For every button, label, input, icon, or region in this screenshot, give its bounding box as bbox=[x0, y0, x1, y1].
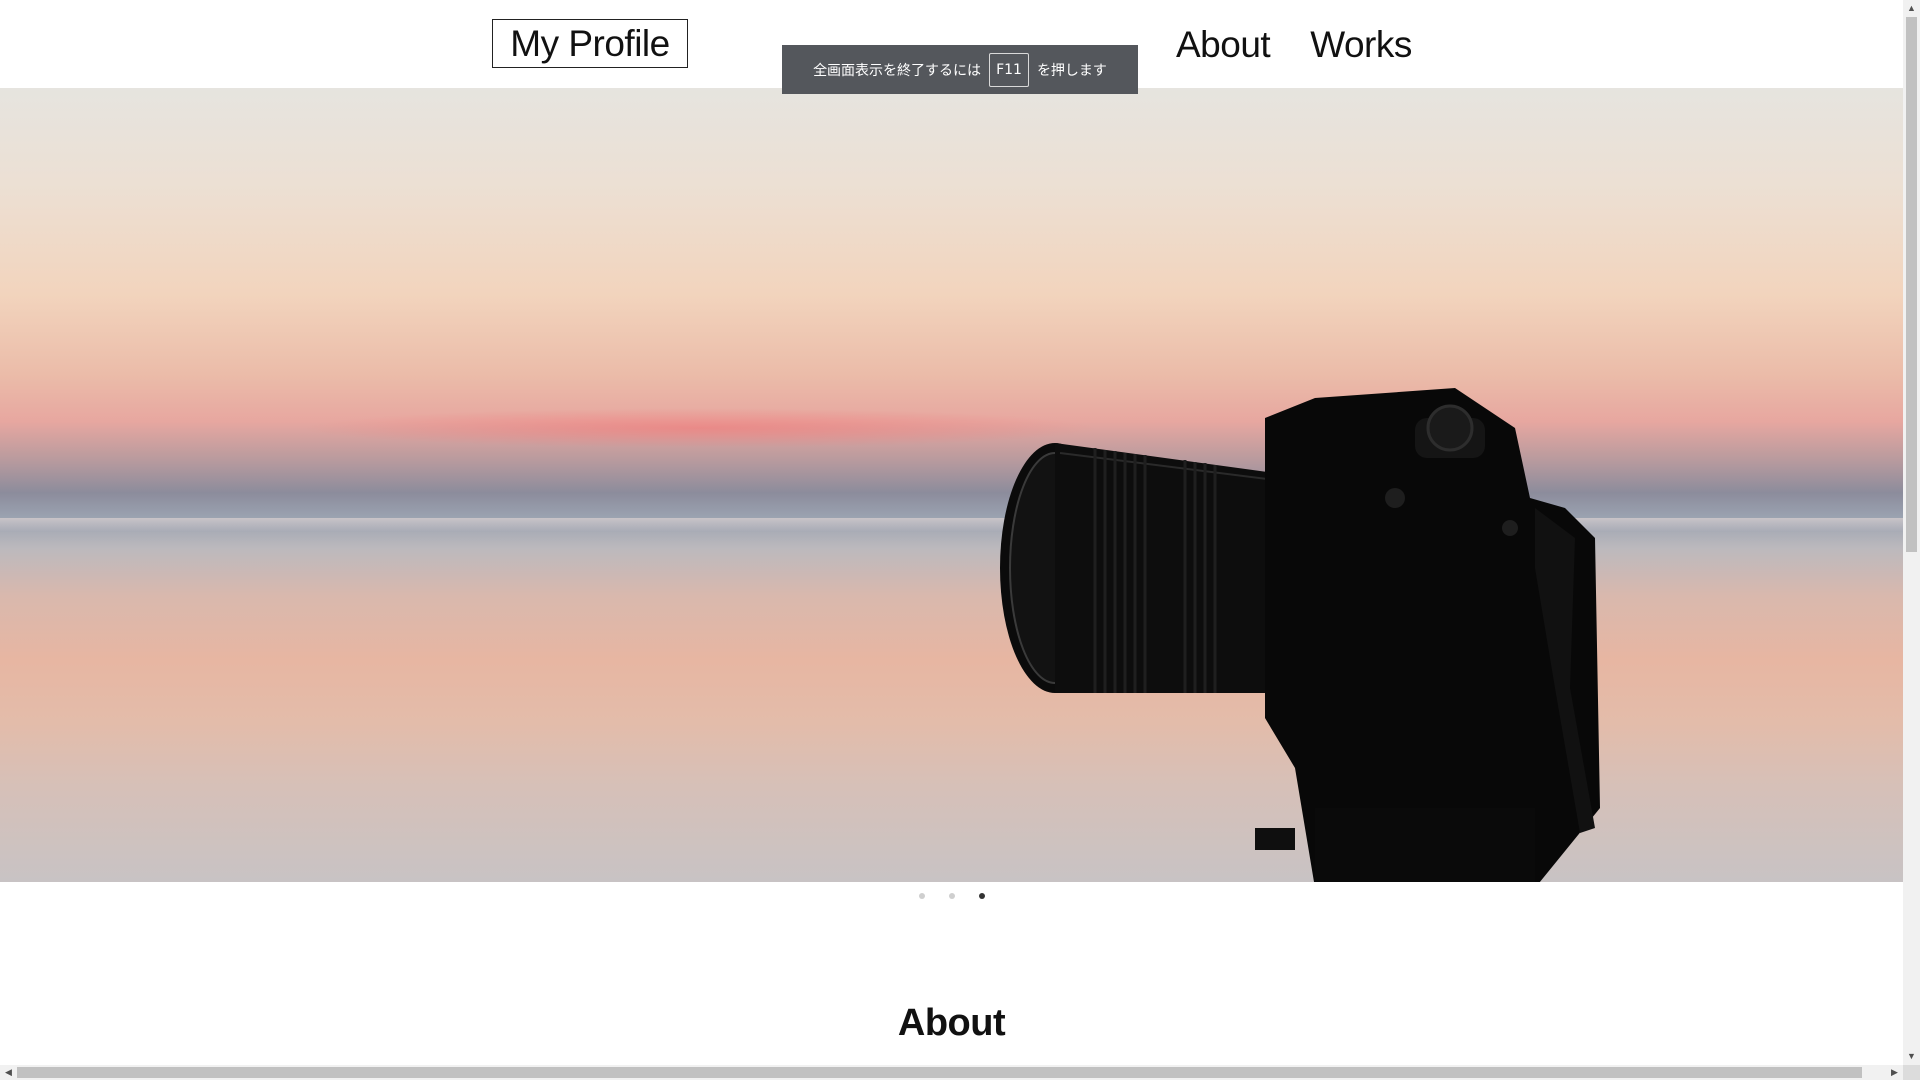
nav-link-about[interactable]: About bbox=[1176, 20, 1271, 70]
scroll-right-arrow-icon[interactable]: ▶ bbox=[1886, 1065, 1903, 1080]
carousel-dot-2[interactable] bbox=[948, 893, 955, 899]
carousel-dots bbox=[0, 893, 1903, 899]
toast-suffix-text: を押します bbox=[1036, 62, 1107, 79]
f11-key-badge: F11 bbox=[989, 52, 1029, 87]
scroll-left-arrow-icon[interactable]: ◀ bbox=[0, 1065, 17, 1080]
carousel-dot-3[interactable] bbox=[978, 893, 985, 899]
page-viewport: My Profile About Works About 全画面表示を終了するに… bbox=[0, 0, 1903, 1065]
horizontal-scrollbar[interactable]: ◀ ▶ bbox=[0, 1065, 1903, 1080]
hero-slider[interactable] bbox=[0, 88, 1903, 882]
about-section-title: About bbox=[897, 1001, 1006, 1044]
scrollbar-corner bbox=[1903, 1065, 1920, 1080]
scroll-down-arrow-icon[interactable]: ▼ bbox=[1903, 1048, 1920, 1065]
main-nav: About Works bbox=[1176, 20, 1412, 70]
scroll-up-arrow-icon[interactable]: ▲ bbox=[1903, 0, 1920, 17]
fullscreen-exit-toast: 全画面表示を終了するには F11 を押します bbox=[782, 45, 1138, 94]
horizontal-scroll-thumb[interactable] bbox=[17, 1067, 1862, 1078]
logo-link[interactable]: My Profile bbox=[492, 19, 688, 68]
vertical-scrollbar[interactable]: ▲ ▼ bbox=[1903, 0, 1920, 1065]
carousel-dot-1[interactable] bbox=[918, 893, 925, 899]
vertical-scroll-thumb[interactable] bbox=[1906, 17, 1917, 552]
camera-silhouette-icon bbox=[1000, 388, 1600, 882]
nav-link-works[interactable]: Works bbox=[1310, 20, 1412, 70]
toast-prefix-text: 全画面表示を終了するには bbox=[813, 62, 982, 79]
